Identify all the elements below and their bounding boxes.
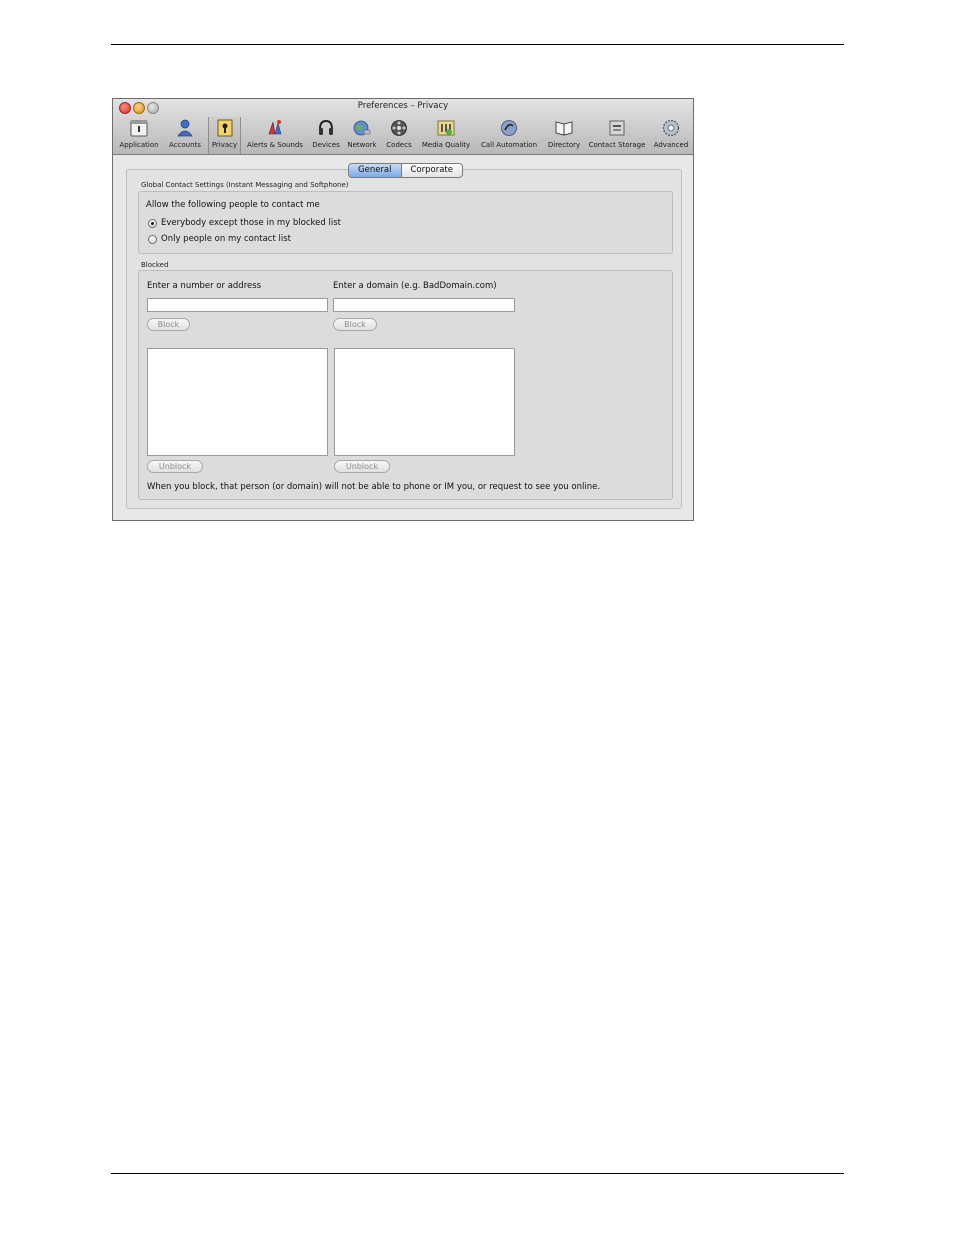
block-domain-button[interactable]: Block bbox=[333, 318, 377, 331]
advanced-icon bbox=[662, 119, 680, 137]
address-label: Enter a number or address bbox=[147, 281, 262, 291]
blocked-note: When you block, that person (or domain) … bbox=[147, 482, 601, 492]
toolbar-item-contact-storage[interactable]: Contact Storage bbox=[586, 117, 648, 154]
block-address-button[interactable]: Block bbox=[147, 318, 190, 331]
toolbar-item-network[interactable]: Network bbox=[345, 117, 379, 154]
toolbar-item-label: Accounts bbox=[169, 141, 201, 149]
radio-everybody-except-blocked[interactable] bbox=[148, 219, 157, 228]
window-title: Preferences – Privacy bbox=[357, 101, 449, 111]
unblock-domain-button[interactable]: Unblock bbox=[334, 460, 390, 473]
toolbar-item-label: Network bbox=[347, 141, 377, 149]
title-bar: Preferences – Privacy Application Accoun… bbox=[113, 99, 693, 155]
tab-general[interactable]: General bbox=[349, 164, 402, 177]
alerts-sounds-icon bbox=[268, 120, 282, 135]
toolbar-item-directory[interactable]: Directory bbox=[545, 117, 583, 154]
toolbar-item-advanced[interactable]: Advanced bbox=[651, 117, 691, 154]
option-label-everybody: Everybody except those in my blocked lis… bbox=[161, 218, 341, 228]
toolbar-item-label: Advanced bbox=[653, 141, 689, 149]
blocked-address-list[interactable] bbox=[147, 348, 328, 456]
accounts-icon bbox=[177, 119, 193, 137]
toolbar-item-codecs[interactable]: Codecs bbox=[383, 117, 415, 154]
address-input[interactable] bbox=[147, 298, 328, 312]
privacy-icon bbox=[217, 119, 232, 137]
unblock-address-button[interactable]: Unblock bbox=[147, 460, 203, 473]
tab-control: General Corporate bbox=[348, 163, 463, 178]
toolbar-item-label: Codecs bbox=[386, 141, 412, 149]
application-icon bbox=[130, 120, 148, 137]
toolbar-item-label: Privacy bbox=[211, 141, 238, 149]
toolbar-item-alerts-sounds[interactable]: Alerts & Sounds bbox=[243, 117, 307, 154]
preferences-window: Preferences – Privacy Application Accoun… bbox=[112, 98, 694, 521]
option-label-contact-list: Only people on my contact list bbox=[161, 234, 291, 244]
toolbar-item-application[interactable]: Application bbox=[117, 117, 161, 154]
toolbar-item-label: Call Automation bbox=[480, 141, 538, 149]
domain-label: Enter a domain (e.g. BadDomain.com) bbox=[333, 281, 497, 291]
blocked-domain-list[interactable] bbox=[334, 348, 515, 456]
toolbar-item-devices[interactable]: Devices bbox=[310, 117, 342, 154]
toolbar-item-accounts[interactable]: Accounts bbox=[166, 117, 204, 154]
toolbar-item-label: Application bbox=[119, 141, 159, 149]
toolbar-item-label: Contact Storage bbox=[588, 141, 646, 149]
tab-corporate[interactable]: Corporate bbox=[402, 164, 463, 177]
toolbar-item-label: Directory bbox=[547, 141, 581, 149]
media-quality-icon bbox=[437, 120, 455, 136]
toolbar-item-label: Media Quality bbox=[421, 141, 471, 149]
toolbar-item-label: Devices bbox=[312, 141, 340, 149]
network-icon bbox=[353, 120, 371, 136]
toolbar-item-label: Alerts & Sounds bbox=[247, 141, 303, 149]
radio-only-contact-list[interactable] bbox=[148, 235, 157, 244]
toolbar-item-call-automation[interactable]: Call Automation bbox=[477, 117, 541, 154]
call-automation-icon bbox=[501, 120, 517, 136]
devices-icon bbox=[319, 119, 333, 135]
toolbar-item-privacy[interactable]: Privacy bbox=[208, 117, 241, 154]
codecs-icon bbox=[391, 120, 407, 136]
global-contact-title: Global Contact Settings (Instant Messagi… bbox=[141, 181, 349, 189]
contact-storage-icon bbox=[609, 120, 625, 136]
contact-prompt: Allow the following people to contact me bbox=[146, 200, 320, 210]
toolbar-item-media-quality[interactable]: Media Quality bbox=[418, 117, 474, 154]
page-top-rule bbox=[111, 44, 844, 45]
directory-icon bbox=[555, 121, 573, 136]
blocked-title: Blocked bbox=[141, 261, 169, 269]
domain-input[interactable] bbox=[333, 298, 515, 312]
page-bottom-rule bbox=[111, 1173, 844, 1174]
